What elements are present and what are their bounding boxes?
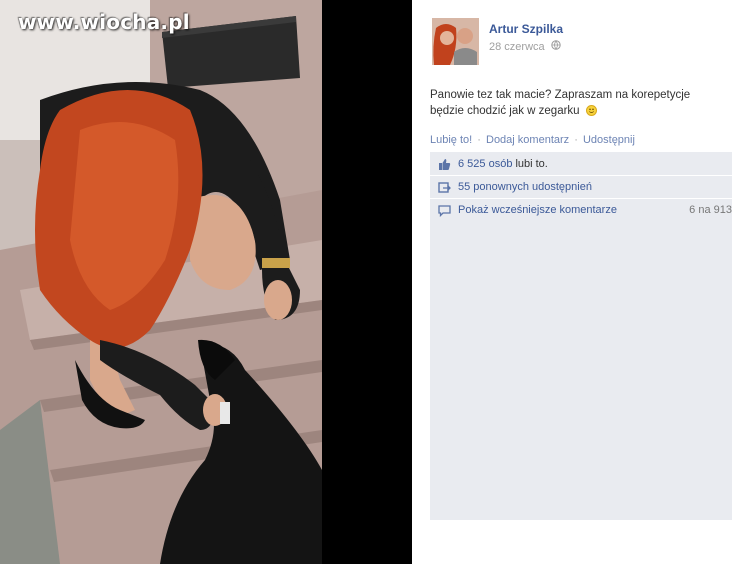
action-separator: ·	[574, 134, 578, 146]
post-date[interactable]: 28 czerwca	[489, 41, 545, 53]
post-text-line2: będzie chodzić jak w zegarku	[430, 105, 580, 117]
likes-suffix: lubi to.	[515, 158, 548, 170]
show-earlier-comments-link[interactable]: Pokaż wcześniejsze komentarze	[458, 204, 617, 216]
post-actions: Lubię to! · Dodaj komentarz · Udostępnij	[430, 134, 635, 146]
globe-icon	[551, 40, 561, 53]
watermark: www.wiocha.pl	[18, 10, 190, 34]
author-avatar[interactable]	[432, 18, 479, 65]
post-text: Panowie tez tak macie? Zapraszam na kore…	[430, 87, 720, 119]
like-link[interactable]: Lubię to!	[430, 134, 472, 146]
likes-count-link[interactable]: 6 525 osób	[458, 158, 512, 170]
shares-row: 55 ponownych udostępnień	[430, 176, 732, 198]
post-photo[interactable]: www.wiocha.pl	[0, 0, 322, 564]
action-separator: ·	[477, 134, 481, 146]
shares-link[interactable]: 55 ponownych udostępnień	[458, 181, 592, 193]
photo-illustration	[0, 0, 322, 564]
share-icon	[437, 180, 451, 194]
comment-link[interactable]: Dodaj komentarz	[486, 134, 569, 146]
comment-icon	[437, 203, 451, 217]
smiley-icon	[585, 105, 597, 116]
likes-row: 6 525 osób lubi to.	[430, 153, 732, 175]
divider-bar	[322, 0, 412, 564]
post-panel: Artur Szpilka 28 czerwca Panowie tez tak…	[412, 0, 732, 564]
comments-row: Pokaż wcześniejsze komentarze 6 na 913	[430, 199, 732, 221]
thumbs-up-icon	[437, 157, 451, 171]
comments-count: 6 na 913	[689, 204, 732, 216]
share-link[interactable]: Udostępnij	[583, 134, 635, 146]
author-name[interactable]: Artur Szpilka	[489, 22, 563, 36]
post-header: Artur Szpilka 28 czerwca	[432, 18, 563, 65]
post-text-line1: Panowie tez tak macie? Zapraszam na kore…	[430, 89, 691, 101]
